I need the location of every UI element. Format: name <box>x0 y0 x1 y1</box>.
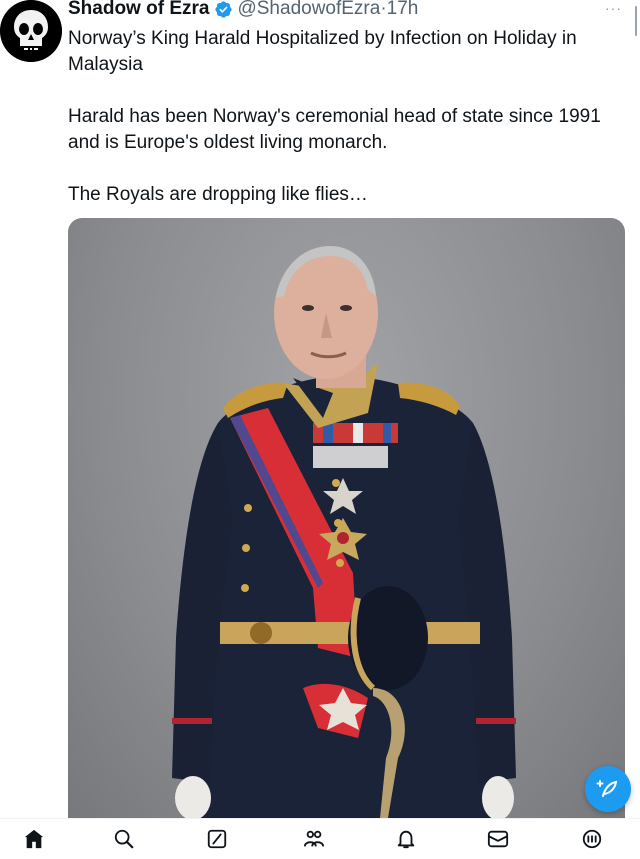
tweet-media-image[interactable] <box>68 218 625 818</box>
notifications-icon <box>397 830 415 849</box>
tweet-text-line: Harald has been Norway's ceremonial head… <box>68 106 601 153</box>
tweet-header: Shadow of Ezra @ShadowofEzra · 17h <box>68 0 418 22</box>
author-handle[interactable]: @ShadowofEzra <box>237 0 380 20</box>
more-options-button[interactable]: ··· <box>605 0 622 16</box>
nav-home[interactable] <box>22 827 46 851</box>
messages-icon <box>487 830 509 848</box>
nav-messages[interactable] <box>486 827 510 851</box>
bottom-navigation <box>0 818 640 859</box>
punisher-skull-icon <box>0 0 62 62</box>
search-icon <box>114 829 134 849</box>
tweet-text-line: Norway’s King Harald Hospitalized by Inf… <box>68 28 577 75</box>
tweet-text: Norway’s King Harald Hospitalized by Inf… <box>68 26 630 208</box>
nav-grok[interactable] <box>205 827 229 851</box>
verified-badge-icon <box>215 0 233 18</box>
compose-feather-icon <box>596 780 618 797</box>
scrollbar[interactable] <box>635 6 637 36</box>
nav-premium[interactable] <box>580 827 604 851</box>
communities-icon <box>303 830 325 847</box>
nav-communities[interactable] <box>302 827 326 851</box>
home-icon <box>24 829 44 849</box>
author-avatar[interactable] <box>0 0 62 62</box>
premium-icon <box>582 829 602 849</box>
nav-notifications[interactable] <box>394 827 418 851</box>
grok-icon <box>207 829 227 849</box>
nav-search[interactable] <box>112 827 136 851</box>
author-name[interactable]: Shadow of Ezra <box>68 0 209 20</box>
tweet-timestamp[interactable]: 17h <box>387 0 419 20</box>
compose-button[interactable] <box>585 766 631 812</box>
king-portrait-image <box>172 246 516 818</box>
tweet-text-line: The Royals are dropping like flies… <box>68 184 368 205</box>
